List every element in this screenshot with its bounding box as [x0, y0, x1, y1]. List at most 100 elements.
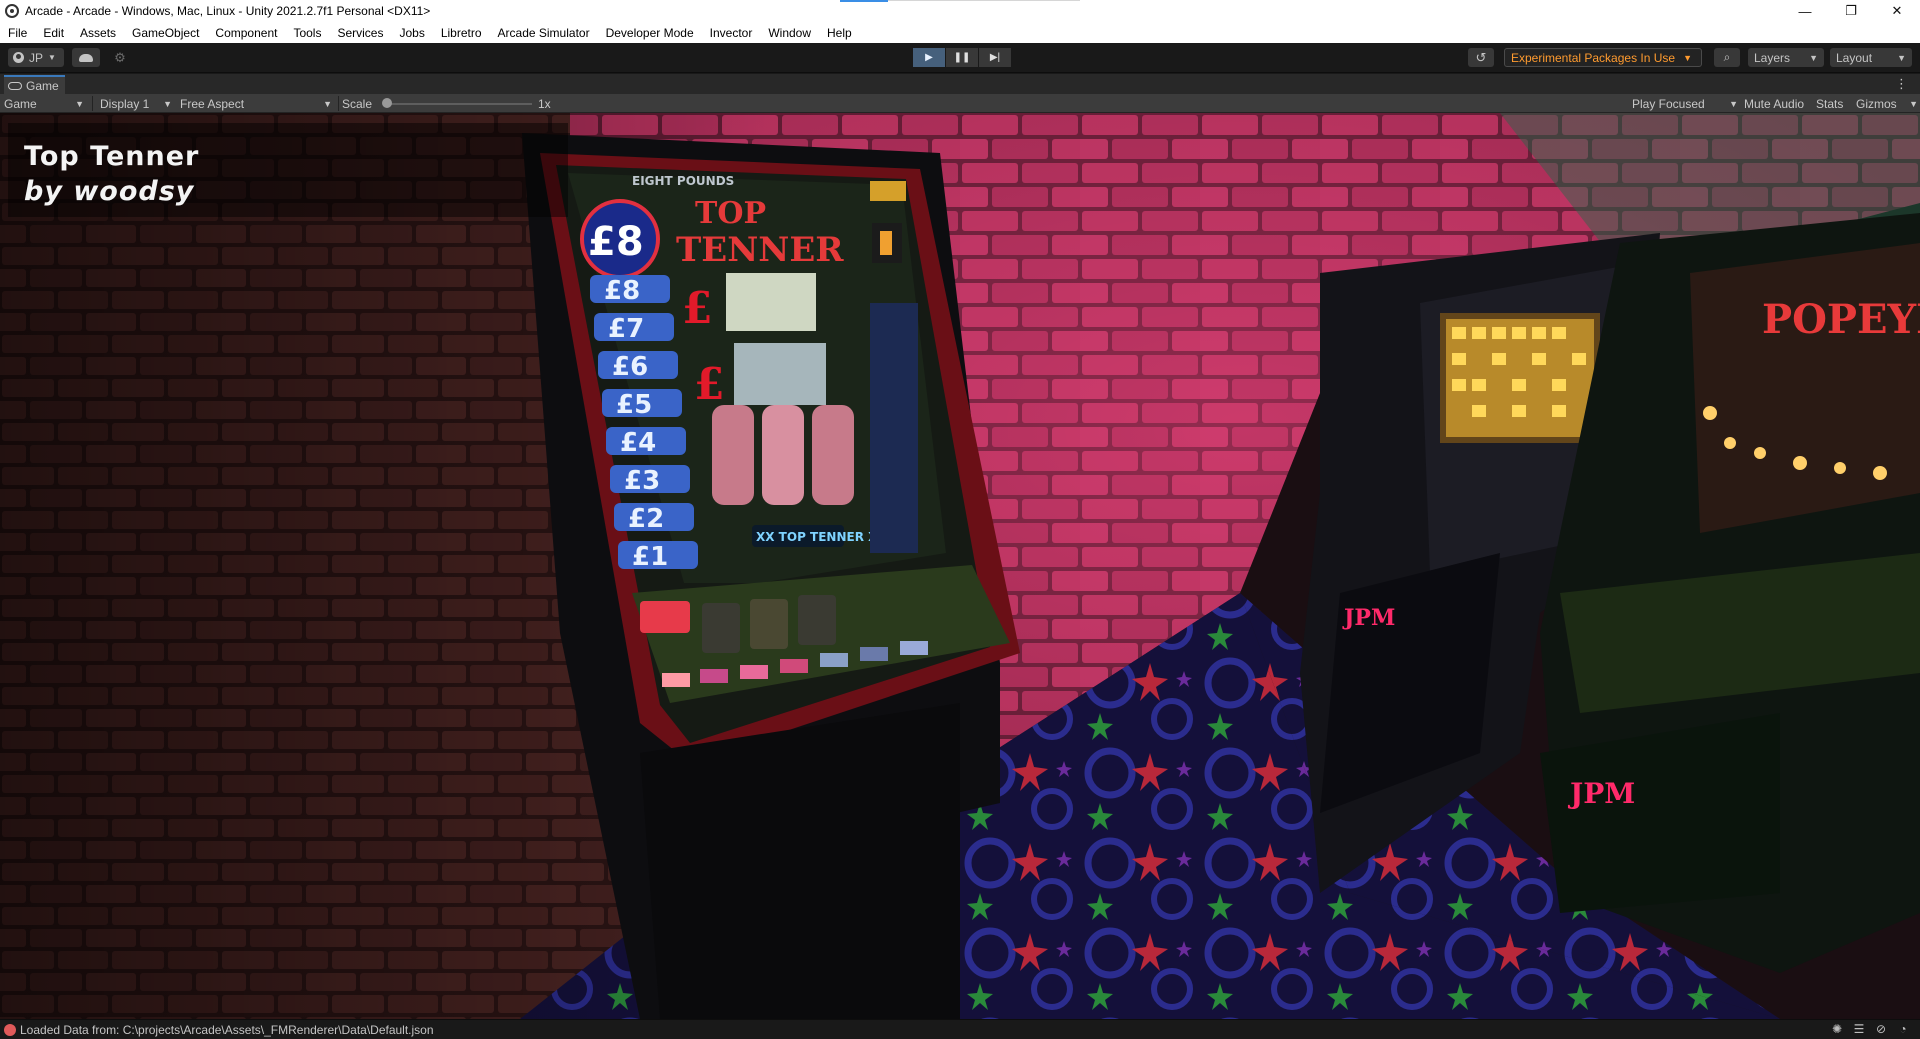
play-focused-dropdown[interactable]: Play Focused ▼: [1632, 94, 1738, 113]
view-mode-label: Game: [4, 96, 37, 111]
layout-dropdown[interactable]: Layout ▼: [1830, 48, 1912, 67]
svg-text:£: £: [694, 359, 725, 410]
menu-developer-mode[interactable]: Developer Mode: [606, 26, 694, 40]
popeye-logo: POPEYE: [1762, 296, 1920, 343]
progress-icon[interactable]: ☰: [1848, 1022, 1870, 1036]
jpm-logo-left: JPM: [1342, 605, 1395, 631]
play-focused-label: Play Focused: [1632, 96, 1705, 111]
log-info-icon: [4, 1023, 16, 1036]
search-button[interactable]: ⌕: [1714, 48, 1740, 67]
aspect-label: Free Aspect: [180, 96, 245, 111]
ladder-3: £3: [624, 466, 660, 496]
caret-down-icon: ▼: [1729, 98, 1738, 109]
display-label: Display 1: [100, 96, 150, 111]
ladder-4: £4: [620, 428, 656, 458]
playmode-controls: ▶ ❚❚ ▶|: [913, 48, 1012, 67]
restore-button[interactable]: ❐: [1828, 0, 1874, 22]
tab-game[interactable]: Game: [4, 75, 65, 94]
stats-toggle[interactable]: Stats: [1816, 94, 1843, 113]
collab-icon: ⚙: [114, 49, 126, 65]
tab-game-label: Game: [26, 78, 59, 93]
user-icon: [13, 52, 24, 63]
gamepad-icon: [8, 81, 22, 90]
search-icon: ⌕: [1723, 50, 1731, 64]
display-dropdown[interactable]: Display 1 ▼: [100, 94, 172, 113]
game-title-overlay: Top Tenner by woodsy: [8, 123, 568, 217]
window-controls: — ❐ ✕: [1782, 0, 1920, 22]
menu-services[interactable]: Services: [337, 26, 383, 40]
menu-file[interactable]: File: [8, 26, 27, 40]
menu-jobs[interactable]: Jobs: [399, 26, 424, 40]
game-title: Top Tenner: [24, 141, 200, 172]
menu-arcade-simulator[interactable]: Arcade Simulator: [498, 26, 590, 40]
cloud-button[interactable]: [72, 48, 100, 67]
title-bar: Arcade - Arcade - Windows, Mac, Linux - …: [0, 0, 1920, 22]
caret-down-icon: ▼: [1809, 52, 1818, 63]
game-viewport[interactable]: EIGHT POUNDS £8 TOP TENNER £ £ £8 £7 £6 …: [0, 113, 1920, 1019]
menu-invector[interactable]: Invector: [710, 26, 753, 40]
scale-value: 1x: [538, 96, 551, 111]
caret-down-icon: ▼: [75, 98, 84, 109]
game-tab-strip: Game ⋮: [0, 74, 1920, 94]
more-options-icon[interactable]: ⋮: [1895, 76, 1908, 92]
main-toolbar: JP ▼ ⚙ ▶ ❚❚ ▶| ↺ Experimental Packages I…: [0, 43, 1920, 73]
view-mode-dropdown[interactable]: Game ▼: [4, 94, 86, 113]
top-logo: TOP: [695, 196, 766, 231]
caret-down-icon: ▼: [48, 53, 56, 62]
layout-label: Layout: [1836, 50, 1873, 65]
scale-slider-handle[interactable]: [382, 98, 392, 108]
title-divider-line: [888, 0, 1080, 1]
history-icon: ↺: [1475, 49, 1487, 65]
eight-pounds-header: EIGHT POUNDS: [632, 174, 734, 188]
toolbar-separator: [338, 96, 339, 111]
tenner-logo: TENNER: [676, 230, 844, 270]
minimize-button[interactable]: —: [1782, 0, 1828, 22]
account-dropdown[interactable]: JP ▼: [8, 48, 64, 67]
toolbar-separator: [92, 96, 93, 111]
close-button[interactable]: ✕: [1874, 0, 1920, 22]
collab-button[interactable]: ⚙: [108, 48, 132, 67]
pause-button[interactable]: ❚❚: [946, 48, 978, 67]
undo-history-button[interactable]: ↺: [1468, 48, 1494, 67]
game-view-toolbar: Game ▼ Display 1 ▼ Free Aspect ▼ Scale 1…: [0, 94, 1920, 113]
menu-window[interactable]: Window: [768, 26, 811, 40]
caret-down-icon: ▼: [1897, 52, 1906, 63]
cache-server-icon[interactable]: ◔: [1892, 1022, 1914, 1036]
menu-edit[interactable]: Edit: [43, 26, 64, 40]
menu-gameobject[interactable]: GameObject: [132, 26, 199, 40]
account-label: JP: [29, 50, 44, 65]
menu-assets[interactable]: Assets: [80, 26, 116, 40]
debug-icon[interactable]: ✺: [1826, 1022, 1848, 1036]
mute-audio-toggle[interactable]: Mute Audio: [1744, 94, 1804, 113]
gizmos-dropdown[interactable]: Gizmos ▼: [1856, 94, 1918, 113]
scale-label: Scale: [342, 96, 373, 111]
scale-slider-track[interactable]: [384, 103, 532, 105]
unity-logo-icon: [5, 4, 19, 18]
ladder-6: £6: [612, 352, 648, 382]
play-icon: ▶: [925, 52, 933, 63]
menu-help[interactable]: Help: [827, 26, 852, 40]
caret-down-icon: ▼: [1909, 98, 1918, 109]
title-accent-line: [840, 0, 888, 2]
svg-text:£: £: [682, 283, 713, 334]
auto-generate-lighting-icon[interactable]: ⊘: [1870, 1022, 1892, 1036]
layers-dropdown[interactable]: Layers ▼: [1748, 48, 1824, 67]
gizmos-label: Gizmos: [1856, 96, 1897, 111]
ladder-2: £2: [628, 504, 664, 534]
arcade-scene: EIGHT POUNDS £8 TOP TENNER £ £ £8 £7 £6 …: [0, 113, 1920, 1019]
menu-libretro[interactable]: Libretro: [441, 26, 482, 40]
step-button[interactable]: ▶|: [979, 48, 1011, 67]
caret-down-icon: ▼: [323, 98, 332, 109]
status-icons: ✺ ☰ ⊘ ◔: [1826, 1022, 1914, 1036]
caret-down-icon: ▼: [163, 98, 172, 109]
ladder-7: £7: [608, 314, 644, 344]
jackpot-label: £8: [588, 219, 644, 265]
status-message[interactable]: Loaded Data from: C:\projects\Arcade\Ass…: [20, 1023, 434, 1037]
menu-component[interactable]: Component: [215, 26, 277, 40]
menu-tools[interactable]: Tools: [293, 26, 321, 40]
experimental-label: Experimental Packages In Use: [1511, 50, 1676, 65]
play-button[interactable]: ▶: [913, 48, 945, 67]
jpm-logo-right: JPM: [1567, 777, 1635, 810]
experimental-packages-dropdown[interactable]: Experimental Packages In Use ▼: [1504, 48, 1702, 67]
aspect-dropdown[interactable]: Free Aspect ▼: [180, 94, 334, 113]
